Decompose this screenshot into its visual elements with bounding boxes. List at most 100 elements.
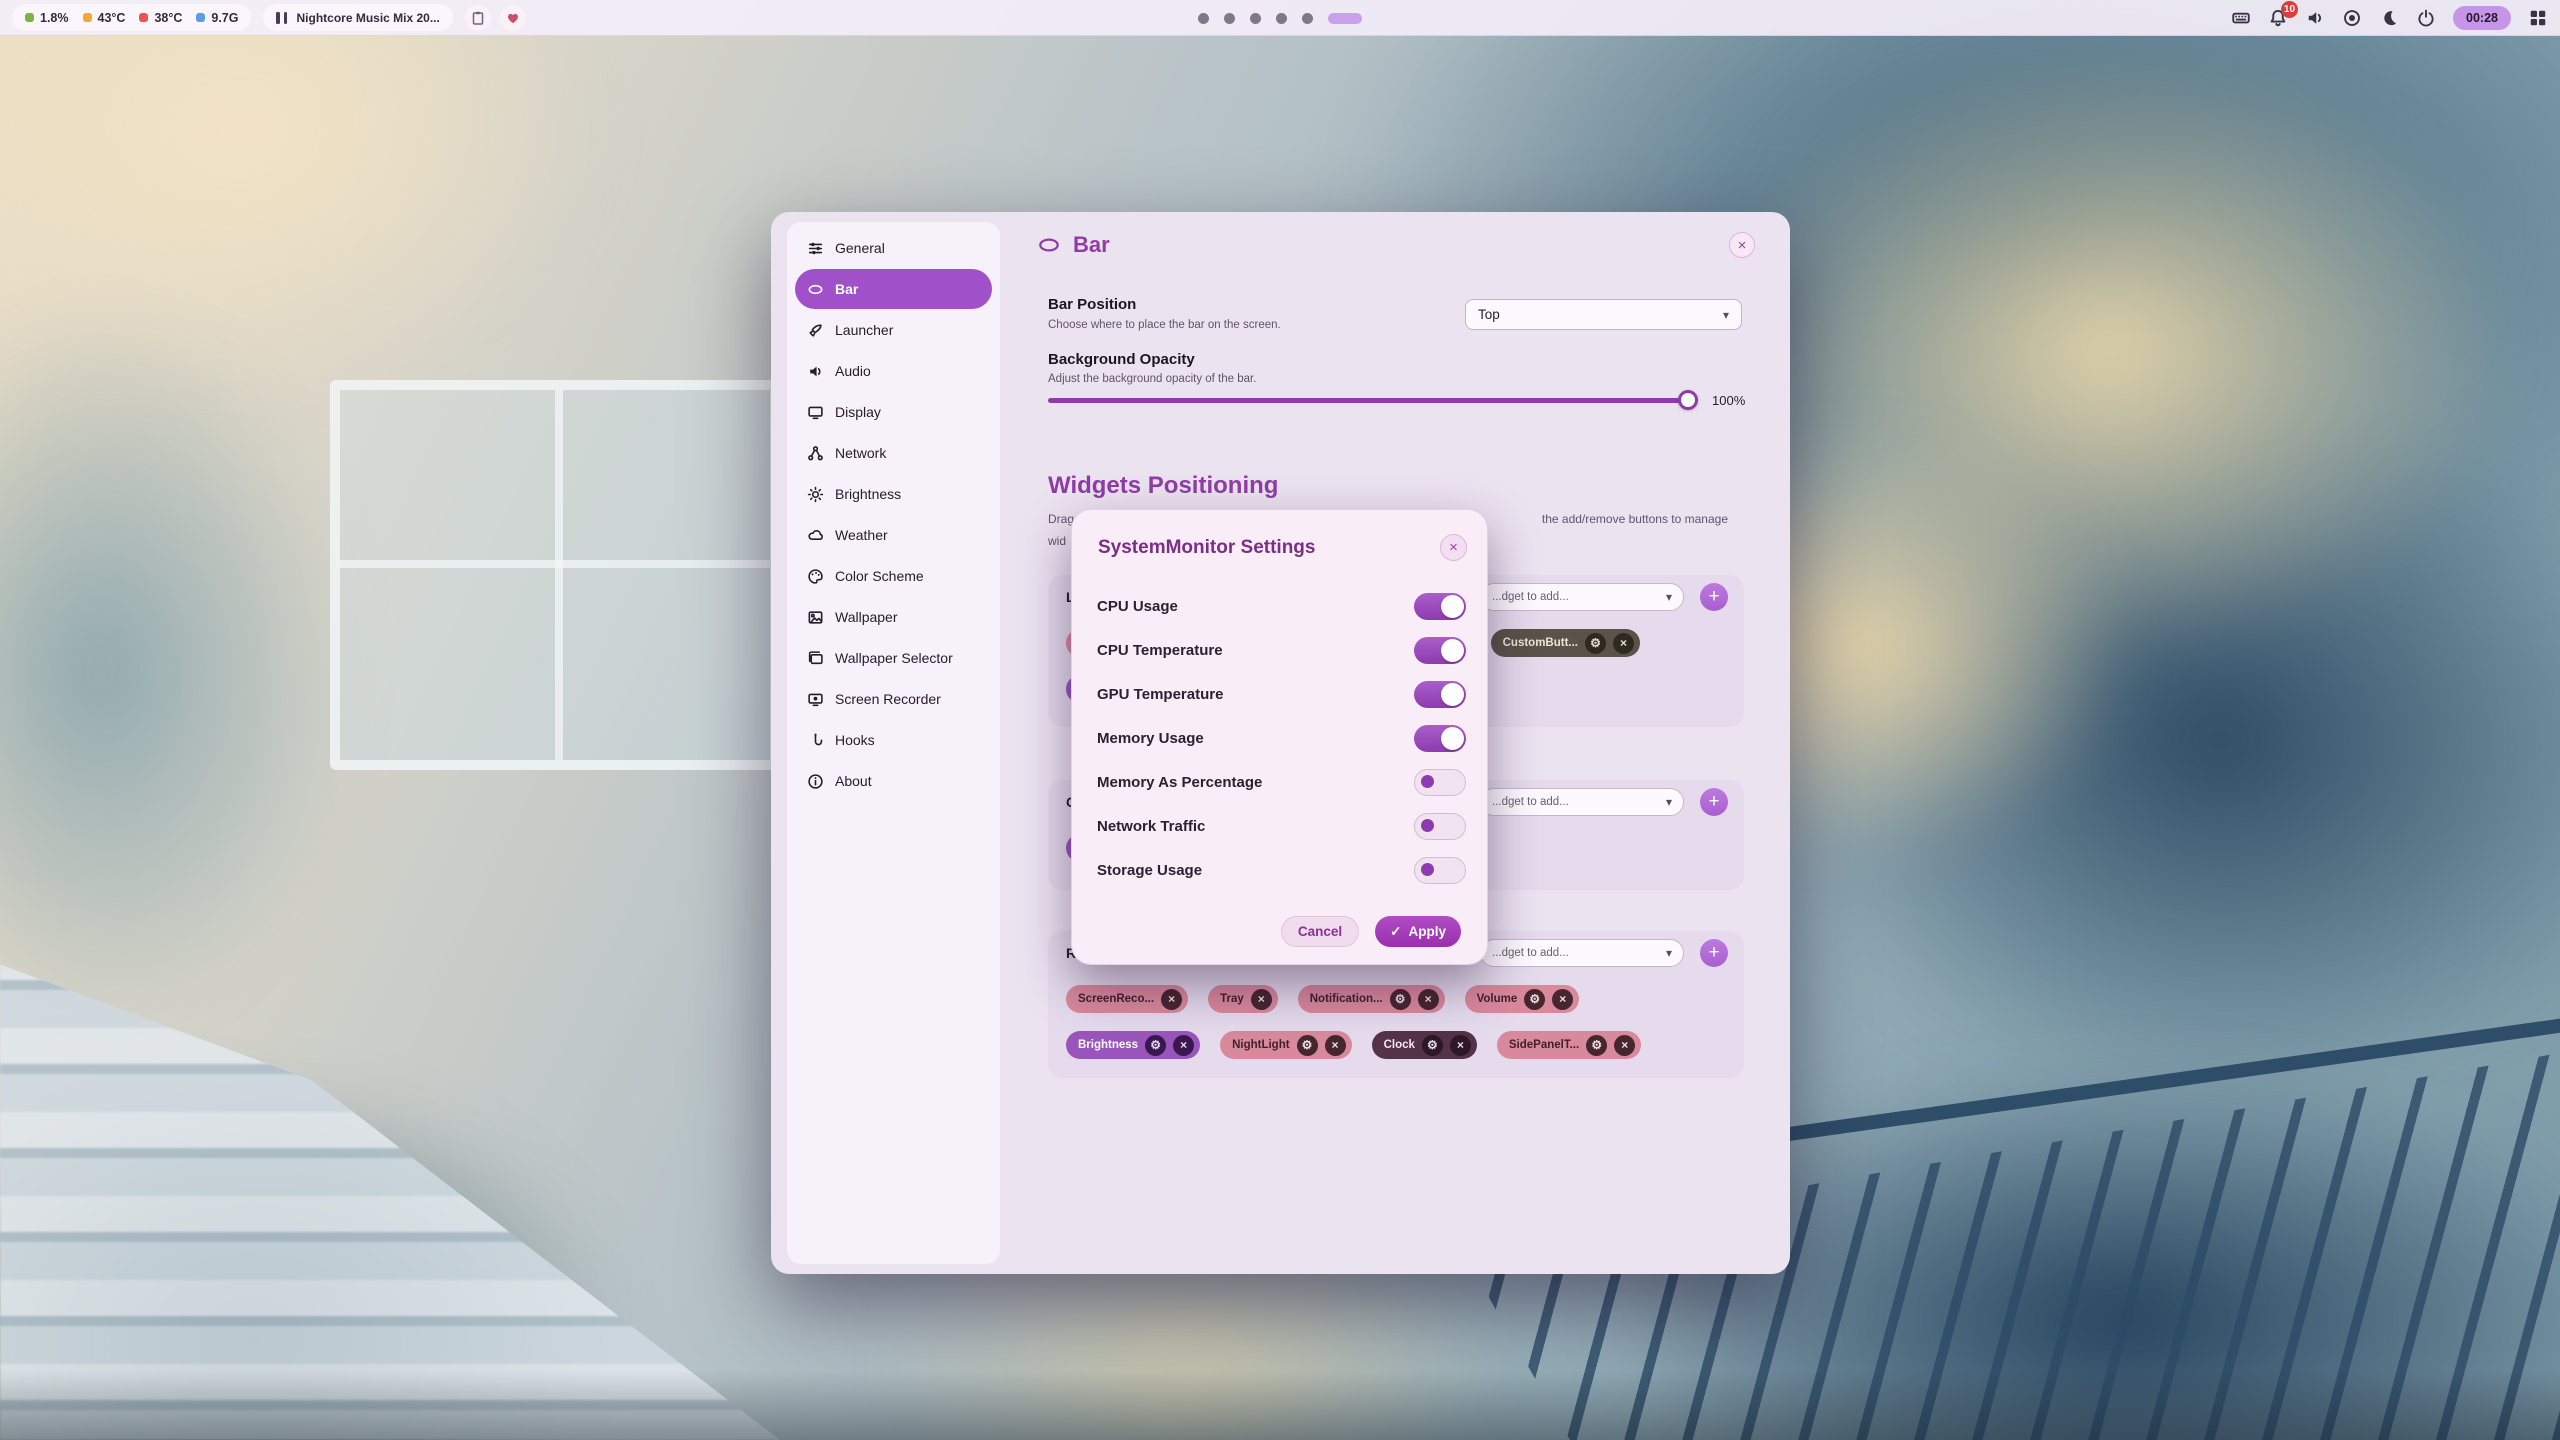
volume-icon[interactable] <box>2305 8 2325 28</box>
toggle-memory-usage[interactable] <box>1414 725 1466 752</box>
toggle-storage-usage[interactable] <box>1414 857 1466 884</box>
toggle-memory-as-percentage[interactable] <box>1414 769 1466 796</box>
memory-icon <box>196 13 205 22</box>
wallpaper-foliage-blob <box>0 300 360 1040</box>
close-modal-button[interactable]: × <box>1440 534 1467 561</box>
night-light-icon[interactable] <box>2379 8 2399 28</box>
toggle-label: Memory Usage <box>1097 730 1204 747</box>
chip-label: CustomButt... <box>1503 637 1578 649</box>
workspace-dot[interactable] <box>1250 13 1261 24</box>
chevron-down-icon: ▾ <box>1723 308 1729 322</box>
slider-thumb[interactable] <box>1678 390 1698 410</box>
toggle-row: Memory As Percentage <box>1097 760 1466 804</box>
close-icon: × <box>1738 237 1747 254</box>
status-icons: 10 <box>2231 8 2436 28</box>
apply-label: Apply <box>1408 924 1446 939</box>
workspace-dot[interactable] <box>1198 13 1209 24</box>
widget-add-dropdown[interactable]: ...dget to add...▾ <box>1480 583 1684 611</box>
widget-chip-notification[interactable]: Notification...⚙× <box>1298 985 1445 1013</box>
close-window-button[interactable]: × <box>1729 232 1755 258</box>
toggle-knob <box>1421 819 1434 832</box>
close-icon[interactable]: × <box>1251 989 1272 1010</box>
add-widget-button[interactable]: + <box>1700 939 1728 967</box>
close-icon[interactable]: × <box>1173 1035 1194 1056</box>
media-player[interactable]: Nightcore Music Mix 20... <box>263 4 452 31</box>
widget-chip-screenreco[interactable]: ScreenReco...× <box>1066 985 1188 1013</box>
workspace-dot[interactable] <box>1302 13 1313 24</box>
bell-icon[interactable]: 10 <box>2268 8 2288 28</box>
close-icon[interactable]: × <box>1613 633 1634 654</box>
gear-icon[interactable]: ⚙ <box>1585 633 1606 654</box>
toggle-knob <box>1441 683 1464 706</box>
apps-grid-icon[interactable] <box>2528 8 2548 28</box>
chip-label: NightLight <box>1232 1039 1289 1051</box>
add-widget-button[interactable]: + <box>1700 583 1728 611</box>
toggle-gpu-temperature[interactable] <box>1414 681 1466 708</box>
clock[interactable]: 00:28 <box>2453 6 2511 30</box>
page-header: Bar <box>1037 232 1110 258</box>
notification-badge: 10 <box>2281 1 2298 18</box>
toggle-label: CPU Usage <box>1097 598 1178 615</box>
toggle-cpu-temperature[interactable] <box>1414 637 1466 664</box>
toggle-knob <box>1421 863 1434 876</box>
close-icon[interactable]: × <box>1325 1035 1346 1056</box>
gear-icon[interactable]: ⚙ <box>1422 1035 1443 1056</box>
system-stats[interactable]: 1.8% 43°C 38°C 9.7G <box>12 4 251 31</box>
widget-chip-tray[interactable]: Tray × <box>1208 985 1278 1013</box>
widget-add-dropdown[interactable]: ...dget to add...▾ <box>1480 939 1684 967</box>
widget-chip-clock[interactable]: Clock⚙× <box>1372 1031 1477 1059</box>
clipboard-icon <box>470 10 486 26</box>
workspace-dot[interactable] <box>1276 13 1287 24</box>
gear-icon[interactable]: ⚙ <box>1297 1035 1318 1056</box>
toggle-list: CPU UsageCPU TemperatureGPU TemperatureM… <box>1097 584 1466 892</box>
chip-label: Tray <box>1220 993 1244 1005</box>
cpu-usage-icon: 1.8% <box>25 11 69 25</box>
modal-title: SystemMonitor Settings <box>1098 537 1315 559</box>
workspace-dot[interactable] <box>1224 13 1235 24</box>
widget-chip-custombutt[interactable]: CustomButt... ⚙ × <box>1491 629 1640 657</box>
wallpaper-window-frame <box>330 380 780 770</box>
cancel-button[interactable]: Cancel <box>1281 916 1359 947</box>
bar-position-dropdown[interactable]: Top ▾ <box>1465 299 1742 330</box>
wallpaper-shade <box>0 1370 2560 1440</box>
top-bar-right: 10 00:28 <box>2231 6 2548 30</box>
record-icon[interactable] <box>2342 8 2362 28</box>
chip-row: ScreenReco...×Tray×Notification...⚙×Volu… <box>1066 985 1728 1013</box>
stat-value: 38°C <box>154 11 182 25</box>
chip-label: Volume <box>1477 993 1518 1005</box>
close-icon[interactable]: × <box>1450 1035 1471 1056</box>
gear-icon[interactable]: ⚙ <box>1390 989 1411 1010</box>
page-title: Bar <box>1073 232 1110 258</box>
close-icon[interactable]: × <box>1161 989 1182 1010</box>
desktop: 1.8% 43°C 38°C 9.7G Nightcore Music Mix 20.… <box>0 0 2560 1440</box>
stat-value: 43°C <box>98 11 126 25</box>
widget-add-dropdown[interactable]: ...dget to add...▾ <box>1480 788 1684 816</box>
close-icon[interactable]: × <box>1614 1035 1635 1056</box>
add-widget-button[interactable]: + <box>1700 788 1728 816</box>
apply-button[interactable]: ✓ Apply <box>1375 916 1461 947</box>
memory-icon: 9.7G <box>196 11 238 25</box>
chip-row: Brightness⚙×NightLight⚙×Clock⚙×SidePanel… <box>1066 1031 1728 1059</box>
close-icon[interactable]: × <box>1418 989 1439 1010</box>
gear-icon[interactable]: ⚙ <box>1524 989 1545 1010</box>
top-bar: 1.8% 43°C 38°C 9.7G Nightcore Music Mix 20.… <box>0 0 2560 36</box>
widget-chip-nightlight[interactable]: NightLight ⚙ × <box>1220 1031 1351 1059</box>
background-opacity-value: 100% <box>1712 393 1745 408</box>
widget-chip-brightness[interactable]: Brightness ⚙ × <box>1066 1031 1200 1059</box>
toggle-cpu-usage[interactable] <box>1414 593 1466 620</box>
background-opacity-slider[interactable] <box>1048 390 1698 410</box>
close-icon[interactable]: × <box>1552 989 1573 1010</box>
stat-value: 9.7G <box>211 11 238 25</box>
pause-icon <box>276 12 287 24</box>
clipboard-icon-button[interactable] <box>465 5 491 31</box>
chip-label: Brightness <box>1078 1039 1138 1051</box>
power-icon[interactable] <box>2416 8 2436 28</box>
gear-icon[interactable]: ⚙ <box>1586 1035 1607 1056</box>
keyboard-icon[interactable] <box>2231 8 2251 28</box>
gear-icon[interactable]: ⚙ <box>1145 1035 1166 1056</box>
workspace-active[interactable] <box>1328 13 1362 24</box>
toggle-network-traffic[interactable] <box>1414 813 1466 840</box>
heart-icon-button[interactable] <box>500 5 526 31</box>
widget-chip-volume[interactable]: Volume ⚙ × <box>1465 985 1580 1013</box>
widget-chip-sidepanelt[interactable]: SidePanelT...⚙× <box>1497 1031 1641 1059</box>
